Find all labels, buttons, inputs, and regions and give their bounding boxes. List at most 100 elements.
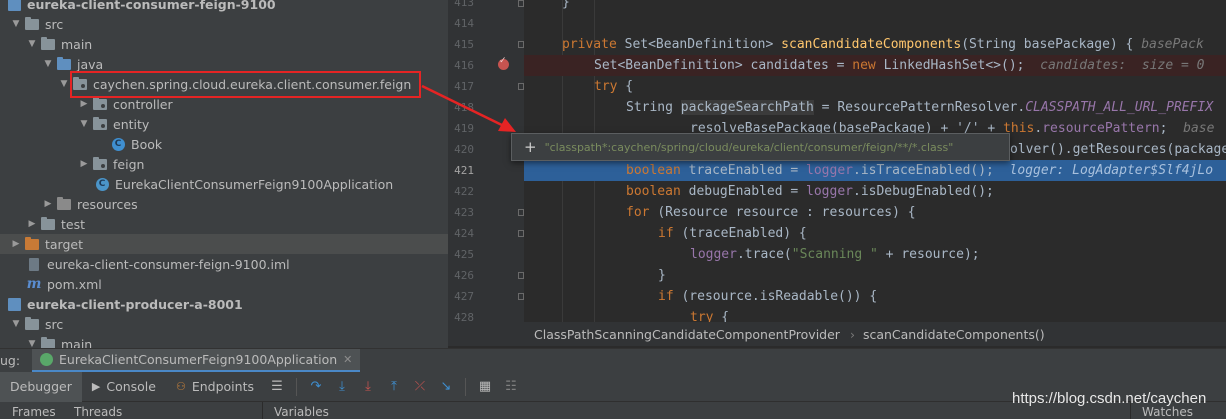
folder-icon [24,316,40,331]
code-token: try [690,310,714,322]
tree-item-feign[interactable]: ▶ feign [0,154,448,174]
excluded-folder-icon [24,236,40,251]
tree-item-label: target [45,236,84,252]
chevron-right-icon: › [849,326,855,342]
breadcrumb-class[interactable]: ClassPathScanningCandidateComponentProvi… [534,327,840,342]
tab-console[interactable]: ▶ Console [82,372,166,402]
code-editor[interactable]: } private Set<BeanDefinition> scanCandid… [524,0,1226,322]
tree-item-iml[interactable]: eureka-client-consumer-feign-9100.iml [0,254,448,274]
tree-item-root-package[interactable]: ▼ caychen.spring.cloud.eureka.client.con… [0,74,448,94]
tree-item-label: Book [131,136,163,152]
tree-item-controller[interactable]: ▶ controller [0,94,448,114]
breakpoint-icon[interactable] [498,56,509,70]
editor-gutter[interactable]: 413 414 415 416 417 418 419 420 421 422 … [448,0,524,322]
drop-frame-icon[interactable]: ⤫ [407,372,433,402]
pane-frames[interactable]: Frames [12,405,56,419]
code-token: (resource.isReadable()) { [681,289,878,304]
code-token: (traceEnabled) { [681,226,807,241]
chevron-down-icon[interactable]: ▼ [26,39,38,49]
tree-item-src-2[interactable]: ▼ src [0,314,448,334]
code-token: + resource); [877,247,980,262]
folder-icon [40,336,56,348]
line-number: 413 [454,0,474,9]
code-line: boolean debugEnabled = logger.isDebugEna… [524,181,1226,202]
inline-debug-hint: base [1183,121,1215,136]
run-config-label: EurekaClientConsumerFeign9100Application [59,351,338,367]
code-line: String packageSearchPath = ResourcePatte… [524,97,1226,118]
code-line: logger.trace("Scanning " + resource); [524,244,1226,265]
breadcrumb-method[interactable]: scanCandidateComponents() [863,327,1045,342]
pane-variables: Variables [274,405,329,419]
pane-threads[interactable]: Threads [74,405,122,419]
run-to-cursor-icon[interactable]: ↘ [433,372,459,402]
pane-divider[interactable] [262,402,263,419]
tree-item-resources[interactable]: ▶ resources [0,194,448,214]
tree-item-label: caychen.spring.cloud.eureka.client.consu… [93,76,412,92]
tree-item-label: eureka-client-producer-a-8001 [27,296,243,312]
maven-icon: m [26,276,42,292]
evaluate-expression-icon[interactable]: ▦ [472,372,498,402]
inline-debug-hint: basePack [1141,37,1204,52]
console-icon: ▶ [91,380,101,393]
line-number: 419 [454,122,474,135]
tree-item-target[interactable]: ▶ target [0,234,448,254]
tab-label: Endpoints [191,379,254,394]
iml-file-icon [26,257,42,271]
step-over-icon[interactable]: ↷ [303,372,329,402]
class-icon: C [110,137,126,151]
chevron-right-icon[interactable]: ▶ [78,159,90,169]
chevron-down-icon[interactable]: ▼ [78,119,90,129]
code-token: "Scanning " [791,247,878,262]
debug-panel-label: ug: [0,353,21,368]
tree-item-java[interactable]: ▼ java [0,54,448,74]
code-token: { [617,79,634,94]
run-config-tab[interactable]: EurekaClientConsumerFeign9100Application… [32,348,361,373]
chevron-down-icon[interactable]: ▼ [58,79,70,89]
chevron-right-icon[interactable]: ▶ [78,99,90,109]
tree-item-application-class[interactable]: C EurekaClientConsumerFeign9100Applicati… [0,174,448,194]
expand-button[interactable]: + [524,138,537,156]
tree-item-module-consumer[interactable]: eureka-client-consumer-feign-9100 [0,0,448,14]
tree-item-test[interactable]: ▶ test [0,214,448,234]
code-token: = ResourcePatternResolver. [813,100,1026,115]
tab-debugger[interactable]: Debugger [0,371,82,402]
tree-item-src[interactable]: ▼ src [0,14,448,34]
code-token: .isTraceEnabled(); [853,163,1010,178]
line-number: 425 [454,248,474,261]
pane-watches: Watches [1142,405,1193,419]
code-token: { [713,310,730,322]
force-step-into-icon[interactable]: ⤓ [355,372,381,402]
chevron-right-icon[interactable]: ▶ [26,219,38,229]
step-into-icon[interactable]: ⤓ [329,372,355,402]
tree-item-module-producer[interactable]: eureka-client-producer-a-8001 [0,294,448,314]
line-number: 420 [454,143,474,156]
value-tooltip[interactable]: + "classpath*:caychen/spring/cloud/eurek… [511,133,1010,161]
code-token: .isDebugEnabled(); [853,184,994,199]
chevron-down-icon[interactable]: ▼ [10,19,22,29]
project-tree[interactable]: eureka-client-consumer-feign-9100 ▼ src … [0,0,448,348]
package-icon [92,156,108,171]
close-icon[interactable]: ✕ [343,353,352,366]
trace-icon[interactable]: ☷ [498,372,524,402]
tree-item-main-2[interactable]: ▼ main [0,334,448,348]
tree-item-entity[interactable]: ▼ entity [0,114,448,134]
step-out-icon[interactable]: ⤒ [381,372,407,402]
chevron-right-icon[interactable]: ▶ [42,199,54,209]
chevron-down-icon[interactable]: ▼ [42,59,54,69]
tree-item-book[interactable]: C Book [0,134,448,154]
chevron-down-icon[interactable]: ▼ [10,319,22,329]
code-token: CLASSPATH_ALL_URL_PREFIX [1025,100,1214,115]
tree-item-pom[interactable]: m pom.xml [0,274,448,294]
spring-boot-class-icon: C [94,177,110,191]
folder-icon [24,16,40,31]
code-line: } [524,265,1226,286]
chevron-right-icon[interactable]: ▶ [10,239,22,249]
folder-icon [40,36,56,51]
tree-item-main[interactable]: ▼ main [0,34,448,54]
tab-endpoints[interactable]: ⚇ Endpoints [166,372,264,402]
chevron-down-icon[interactable]: ▼ [26,339,38,348]
code-token: boolean [626,184,689,199]
code-token: String [626,100,681,115]
code-token: (Resource resource : resources) { [657,205,916,220]
menu-icon[interactable]: ☰ [264,372,290,402]
